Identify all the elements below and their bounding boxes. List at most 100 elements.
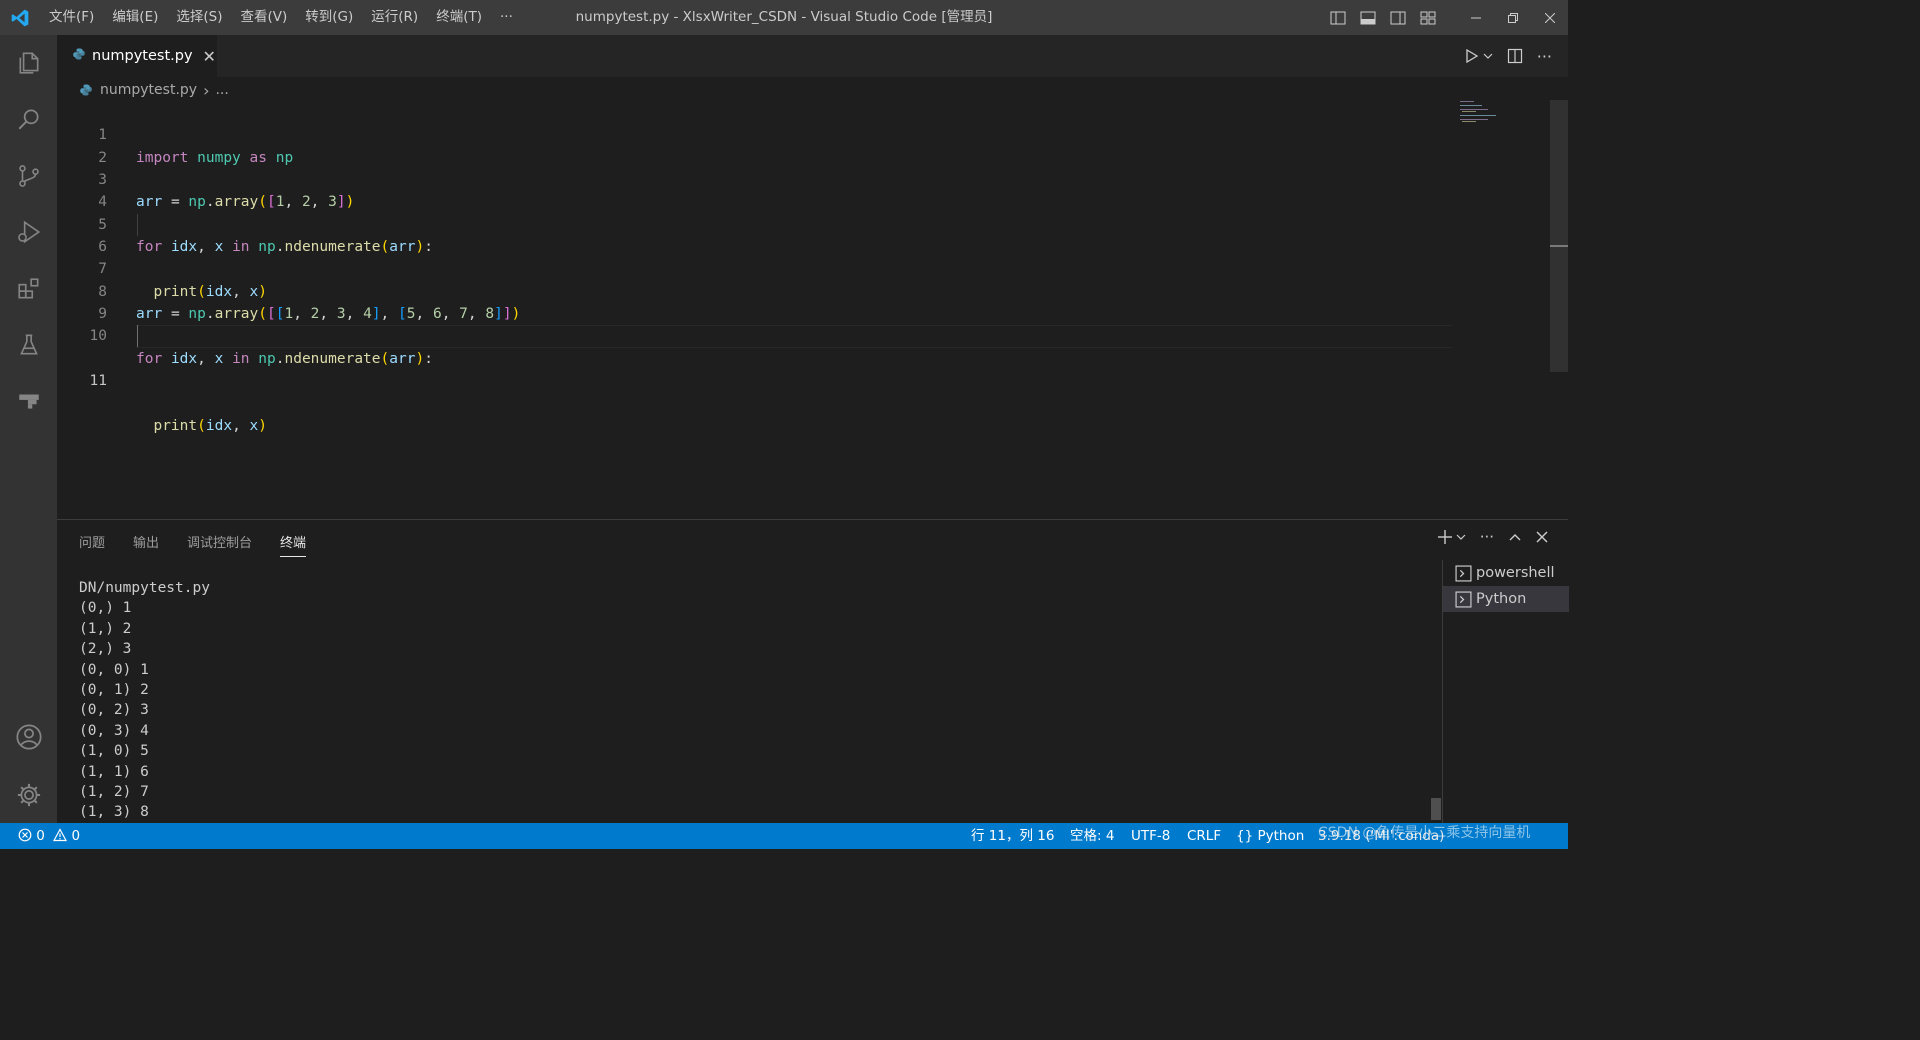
code-editor[interactable]: 1 import numpy as np 2 3 arr = np.array(… — [57, 102, 1457, 434]
terminal-line: (2,) 3 — [79, 641, 132, 658]
terminal-line: (0,) 1 — [79, 600, 132, 617]
menu-file[interactable]: 文件(F) — [40, 0, 103, 35]
run-file-icon[interactable] — [1463, 48, 1479, 64]
code-line: 7 — [57, 236, 1457, 277]
minimap[interactable] — [1458, 100, 1503, 125]
bottom-panel: 问题 输出 调试控制台 终端 ··· DN/numpytest.py (0,) … — [57, 519, 1569, 824]
error-icon — [18, 828, 32, 842]
code-line: 4 — [57, 169, 1457, 210]
source-control-icon[interactable] — [0, 148, 57, 204]
tab-output[interactable]: 输出 — [133, 532, 159, 557]
menu-go[interactable]: 转到(G) — [296, 0, 362, 35]
restore-icon[interactable] — [1494, 0, 1531, 35]
code-line: 2 — [57, 124, 1457, 166]
tab-problems[interactable]: 问题 — [79, 532, 105, 557]
terminal-line: (0, 1) 2 — [79, 681, 149, 698]
terminal-item-powershell[interactable]: powershell — [1443, 560, 1569, 586]
more-actions-icon[interactable]: ··· — [1480, 528, 1494, 546]
chevron-down-icon[interactable] — [1483, 51, 1493, 61]
maximize-panel-icon[interactable] — [1508, 530, 1522, 544]
terminal-line: (0, 2) 3 — [79, 702, 149, 719]
new-terminal-icon[interactable] — [1437, 529, 1466, 545]
terminal-item-label: powershell — [1476, 565, 1555, 581]
terminal-output[interactable]: DN/numpytest.py (0,) 1 (1,) 2 (2,) 3 (0,… — [79, 578, 1419, 823]
close-icon[interactable]: ✕ — [203, 47, 216, 66]
extensions-icon[interactable] — [0, 261, 57, 317]
run-debug-icon[interactable] — [0, 204, 57, 260]
braces-icon: {} — [1236, 828, 1254, 844]
terminal-icon — [1455, 564, 1472, 582]
testing-icon[interactable] — [0, 317, 57, 373]
toggle-panel-icon[interactable] — [1353, 0, 1383, 35]
tab-label: numpytest.py — [92, 48, 193, 64]
error-count: 0 — [36, 828, 45, 844]
activity-bar: 1 — [0, 35, 57, 847]
python-file-icon — [80, 84, 92, 96]
code-line: 1 import numpy as np — [57, 102, 1457, 165]
terminal-line: DN/numpytest.py — [79, 580, 210, 596]
encoding[interactable]: UTF-8 — [1131, 823, 1170, 849]
vscode-logo-icon — [0, 0, 40, 35]
line-number: 11 — [89, 373, 107, 390]
account-icon[interactable] — [0, 709, 57, 765]
search-icon[interactable] — [0, 91, 57, 147]
editor-tab-bar: numpytest.py ✕ ··· — [57, 35, 1568, 77]
title-bar: 文件(F) 编辑(E) 选择(S) 查看(V) 转到(G) 运行(R) 终端(T… — [0, 0, 1568, 35]
menu-terminal[interactable]: 终端(T) — [427, 0, 491, 35]
code-line: 6 print(idx, x) — [57, 213, 1457, 300]
code-line-current: 11 print(idx, x) — [57, 325, 1457, 434]
terminal-line: (0, 0) 1 — [79, 661, 149, 678]
warning-count: 0 — [71, 828, 81, 844]
code-line: 5 for idx, x in np.ndenumerate(arr): — [57, 191, 1457, 255]
menu-view[interactable]: 查看(V) — [232, 0, 297, 35]
editor-scrollbar[interactable] — [1550, 100, 1568, 372]
python-file-icon — [73, 48, 85, 64]
indentation[interactable]: 空格: 4 — [1070, 823, 1114, 849]
status-bar: 0 0 行 11，列 16 空格: 4 UTF-8 CRLF {} Python… — [0, 823, 1568, 849]
menu-edit[interactable]: 编辑(E) — [103, 0, 167, 35]
breadcrumb: numpytest.py › ... — [80, 80, 229, 100]
menu-selection[interactable]: 选择(S) — [167, 0, 231, 35]
breadcrumb-more[interactable]: ... — [215, 82, 228, 98]
problems-status[interactable]: 0 0 — [18, 823, 80, 849]
cursor-position[interactable]: 行 11，列 16 — [971, 823, 1054, 849]
more-actions-icon[interactable]: ··· — [1537, 47, 1552, 66]
toggle-secondary-sidebar-icon[interactable] — [1383, 0, 1413, 35]
scrollbar-cursor-marker — [1550, 245, 1568, 247]
remote-icon[interactable] — [0, 373, 57, 429]
minimize-icon[interactable] — [1457, 0, 1494, 35]
breadcrumb-file[interactable]: numpytest.py — [100, 82, 197, 98]
warning-icon — [53, 828, 68, 842]
terminal-item-label: Python — [1476, 591, 1527, 607]
code-line: 9 — [57, 281, 1457, 322]
code-line: 10 for idx, x in np.ndenumerate(arr): — [57, 303, 1457, 366]
code-line: 8 arr = np.array([[1, 2, 3, 4], [5, 6, 7… — [57, 258, 1457, 322]
terminal-line: (0, 3) 4 — [79, 722, 149, 739]
terminal-line: (1, 2) 7 — [79, 783, 149, 800]
terminal-line: (1, 1) 6 — [79, 763, 149, 780]
tab-numpytest[interactable]: numpytest.py ✕ — [57, 35, 217, 77]
terminal-item-python[interactable]: Python — [1443, 586, 1569, 612]
line-ending[interactable]: CRLF — [1187, 823, 1221, 849]
split-editor-icon[interactable] — [1507, 48, 1523, 64]
language-label: Python — [1257, 828, 1305, 844]
files-icon[interactable] — [0, 35, 57, 91]
language-mode[interactable]: {} Python — [1236, 823, 1304, 849]
gear-icon[interactable] — [0, 767, 57, 823]
code-line: 3 arr = np.array([1, 2, 3]) — [57, 147, 1457, 210]
csdn-watermark: CSDN @鱼传是小二乘支持向量机 — [1318, 825, 1531, 841]
terminal-line: (1,) 2 — [79, 620, 132, 637]
menu-more[interactable]: ··· — [491, 0, 522, 35]
close-panel-icon[interactable] — [1536, 531, 1548, 543]
terminal-list: powershell Python — [1442, 560, 1569, 824]
terminal-line: (1, 0) 5 — [79, 743, 149, 760]
tab-terminal[interactable]: 终端 — [280, 532, 307, 557]
tab-debug-console[interactable]: 调试控制台 — [187, 532, 252, 557]
customize-layout-icon[interactable] — [1413, 0, 1443, 35]
terminal-line: (1, 3) 8 — [79, 804, 149, 821]
toggle-primary-sidebar-icon[interactable] — [1323, 0, 1353, 35]
close-window-icon[interactable] — [1531, 0, 1568, 35]
menu-run[interactable]: 运行(R) — [362, 0, 427, 35]
breadcrumb-separator: › — [203, 80, 210, 100]
terminal-scrollbar[interactable] — [1431, 798, 1441, 820]
